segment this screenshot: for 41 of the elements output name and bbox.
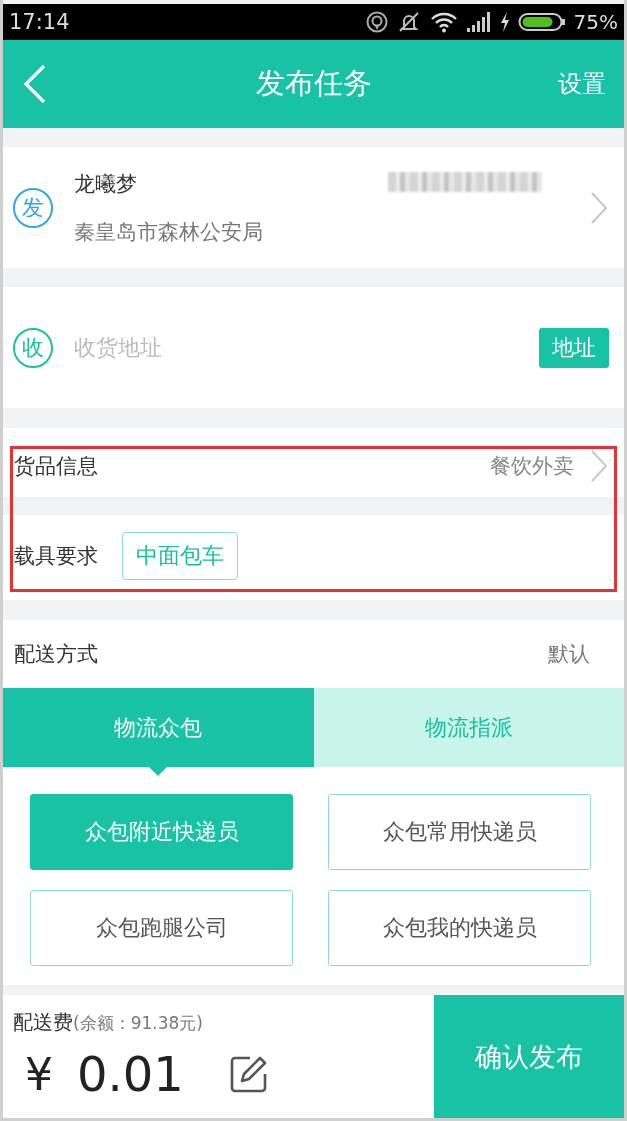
charging-icon bbox=[499, 11, 510, 33]
goods-value: 餐饮外卖 bbox=[490, 452, 574, 480]
goods-info-row[interactable]: 货品信息 餐饮外卖 bbox=[3, 428, 624, 497]
delivery-tab[interactable]: 物流众包 bbox=[3, 688, 314, 767]
wifi-icon bbox=[429, 11, 458, 33]
receiver-card[interactable]: 收 收货地址 地址 bbox=[3, 287, 624, 408]
vehicle-label: 载具要求 bbox=[14, 542, 98, 570]
currency-symbol: ¥ bbox=[25, 1048, 53, 1100]
chevron-right-icon bbox=[590, 190, 608, 225]
page-title: 发布任务 bbox=[255, 65, 372, 102]
delivery-default: 默认 bbox=[548, 641, 590, 668]
courier-option[interactable]: 众包跑腿公司 bbox=[30, 890, 293, 966]
sender-card[interactable]: 发 龙曦梦 秦皇岛市森林公安局 bbox=[3, 147, 624, 268]
chevron-right-icon bbox=[590, 448, 608, 483]
hotspot-icon bbox=[365, 11, 388, 33]
confirm-publish-button[interactable]: 确认发布 bbox=[434, 995, 624, 1118]
fee-label: 配送费 bbox=[13, 1009, 73, 1036]
courier-option[interactable]: 众包附近快递员 bbox=[30, 794, 293, 870]
edit-icon bbox=[229, 1055, 268, 1093]
delivery-label: 配送方式 bbox=[14, 641, 98, 668]
fee-amount: 0.01 bbox=[77, 1046, 184, 1102]
balance-text: (余额：91.38元) bbox=[73, 1012, 203, 1035]
receiver-badge: 收 bbox=[13, 327, 53, 368]
address-button[interactable]: 地址 bbox=[539, 327, 609, 368]
settings-button[interactable]: 设置 bbox=[558, 68, 606, 100]
signal-icon bbox=[465, 11, 492, 33]
back-chevron-icon bbox=[23, 64, 47, 104]
battery-percent: 75% bbox=[573, 10, 618, 34]
sender-badge: 发 bbox=[13, 187, 53, 228]
sender-address: 秦皇岛市森林公安局 bbox=[74, 218, 263, 246]
edit-button[interactable] bbox=[229, 1055, 268, 1093]
courier-option[interactable]: 众包我的快递员 bbox=[328, 890, 591, 966]
delivery-tab[interactable]: 物流指派 bbox=[313, 688, 624, 767]
goods-label: 货品信息 bbox=[14, 452, 98, 480]
status-time: 17:14 bbox=[9, 10, 70, 34]
tab-pointer-icon bbox=[149, 767, 168, 776]
receiver-prompt: 收货地址 bbox=[74, 333, 162, 362]
courier-option[interactable]: 众包常用快递员 bbox=[328, 794, 591, 870]
vehicle-tag[interactable]: 中面包车 bbox=[122, 531, 238, 580]
battery-icon bbox=[517, 11, 566, 33]
sender-name: 龙曦梦 bbox=[74, 170, 138, 198]
